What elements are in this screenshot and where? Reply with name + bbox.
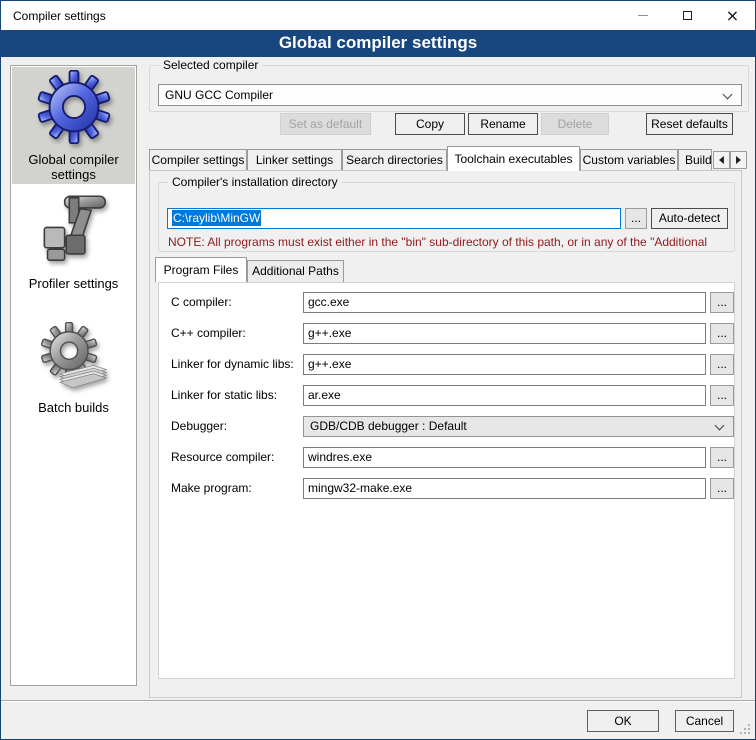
tab-custom-variables[interactable]: Custom variables [580,149,678,170]
sidebar-item-label: Global compiler settings [12,152,135,182]
chevron-down-icon [715,421,725,431]
set-as-default-button[interactable]: Set as default [280,113,371,135]
debugger-select[interactable]: GDB/CDB debugger : Default [303,416,734,437]
cpp-compiler-browse-button[interactable]: ... [710,323,734,344]
compiler-settings-dialog: Compiler settings × Global compiler sett… [0,0,756,740]
selected-compiler-value: GNU GCC Compiler [165,88,273,102]
copy-button[interactable]: Copy [395,113,465,135]
resource-compiler-browse-button[interactable]: ... [710,447,734,468]
cancel-button[interactable]: Cancel [675,710,734,732]
c-compiler-input[interactable]: gcc.exe [303,292,706,313]
tab-toolchain-executables[interactable]: Toolchain executables [447,146,580,171]
sidebar-item-label: Profiler settings [12,276,135,291]
settings-sidebar: Global compiler settings Profiler settin… [10,65,137,686]
reset-defaults-button[interactable]: Reset defaults [646,113,733,135]
close-button[interactable]: × [710,1,755,30]
sidebar-item-batch-builds[interactable]: Batch builds [12,322,135,414]
tab-linker-settings[interactable]: Linker settings [247,149,342,170]
install-dir-group: Compiler's installation directory C:\ray… [158,182,735,252]
cpp-compiler-label: C++ compiler: [171,326,246,340]
sidebar-item-profiler-settings[interactable]: Profiler settings [12,188,135,290]
caption-buttons: × [620,1,755,30]
install-dir-note: NOTE: All programs must exist either in … [168,235,728,249]
selected-compiler-combobox[interactable]: GNU GCC Compiler [158,84,742,106]
make-program-input[interactable]: mingw32-make.exe [303,478,706,499]
make-program-label: Make program: [171,481,252,495]
tab-build-options[interactable]: Build options [678,149,712,170]
tab-compiler-settings[interactable]: Compiler settings [149,149,247,170]
chevron-down-icon [723,90,733,100]
selected-compiler-group: Selected compiler GNU GCC Compiler [149,65,749,112]
linker-dynamic-label: Linker for dynamic libs: [171,357,294,371]
blue-gear-icon [37,70,111,144]
tab-scroll-left-button[interactable] [713,151,730,169]
sidebar-item-label: Batch builds [12,400,135,415]
linker-static-input[interactable]: ar.exe [303,385,706,406]
linker-static-browse-button[interactable]: ... [710,385,734,406]
window-title: Compiler settings [13,9,106,23]
install-dir-browse-button[interactable]: ... [625,208,647,229]
cpp-compiler-input[interactable]: g++.exe [303,323,706,344]
minimize-button[interactable] [620,1,665,30]
maximize-button[interactable] [665,1,710,30]
ok-button[interactable]: OK [587,710,659,732]
gray-gear-stack-icon [39,322,109,392]
tab-search-directories[interactable]: Search directories [342,149,447,170]
resource-compiler-label: Resource compiler: [171,450,274,464]
make-program-browse-button[interactable]: ... [710,478,734,499]
resize-grip[interactable] [748,732,750,734]
linker-dynamic-browse-button[interactable]: ... [710,354,734,375]
arrow-left-icon [719,156,724,164]
page-title: Global compiler settings [1,30,755,57]
install-dir-group-label: Compiler's installation directory [168,175,342,190]
auto-detect-button[interactable]: Auto-detect [651,208,728,229]
resource-compiler-input[interactable]: windres.exe [303,447,706,468]
close-icon: × [726,8,739,24]
selected-compiler-group-label: Selected compiler [159,58,262,73]
linker-dynamic-input[interactable]: g++.exe [303,354,706,375]
debugger-label: Debugger: [171,419,227,433]
tab-program-files[interactable]: Program Files [155,257,247,282]
tab-scroll-right-button[interactable] [730,151,747,169]
toolchain-executables-page: Compiler's installation directory C:\ray… [149,170,742,698]
rename-button[interactable]: Rename [468,113,538,135]
install-dir-input[interactable]: C:\raylib\MinGW [167,208,621,229]
maximize-icon [683,11,692,20]
footer-separator [1,700,755,702]
sidebar-item-global-compiler-settings[interactable]: Global compiler settings [12,67,135,184]
tab-additional-paths[interactable]: Additional Paths [247,260,344,282]
arrow-right-icon [736,156,741,164]
minimize-icon [638,15,648,16]
debugger-value: GDB/CDB debugger : Default [310,419,467,433]
c-compiler-label: C compiler: [171,295,232,309]
caliper-tool-icon [35,190,113,268]
install-dir-selected-text: C:\raylib\MinGW [172,210,261,226]
linker-static-label: Linker for static libs: [171,388,277,402]
titlebar[interactable]: Compiler settings × [1,1,755,30]
program-files-panel: C compiler: gcc.exe ... C++ compiler: g+… [158,282,735,679]
c-compiler-browse-button[interactable]: ... [710,292,734,313]
delete-button[interactable]: Delete [541,113,609,135]
